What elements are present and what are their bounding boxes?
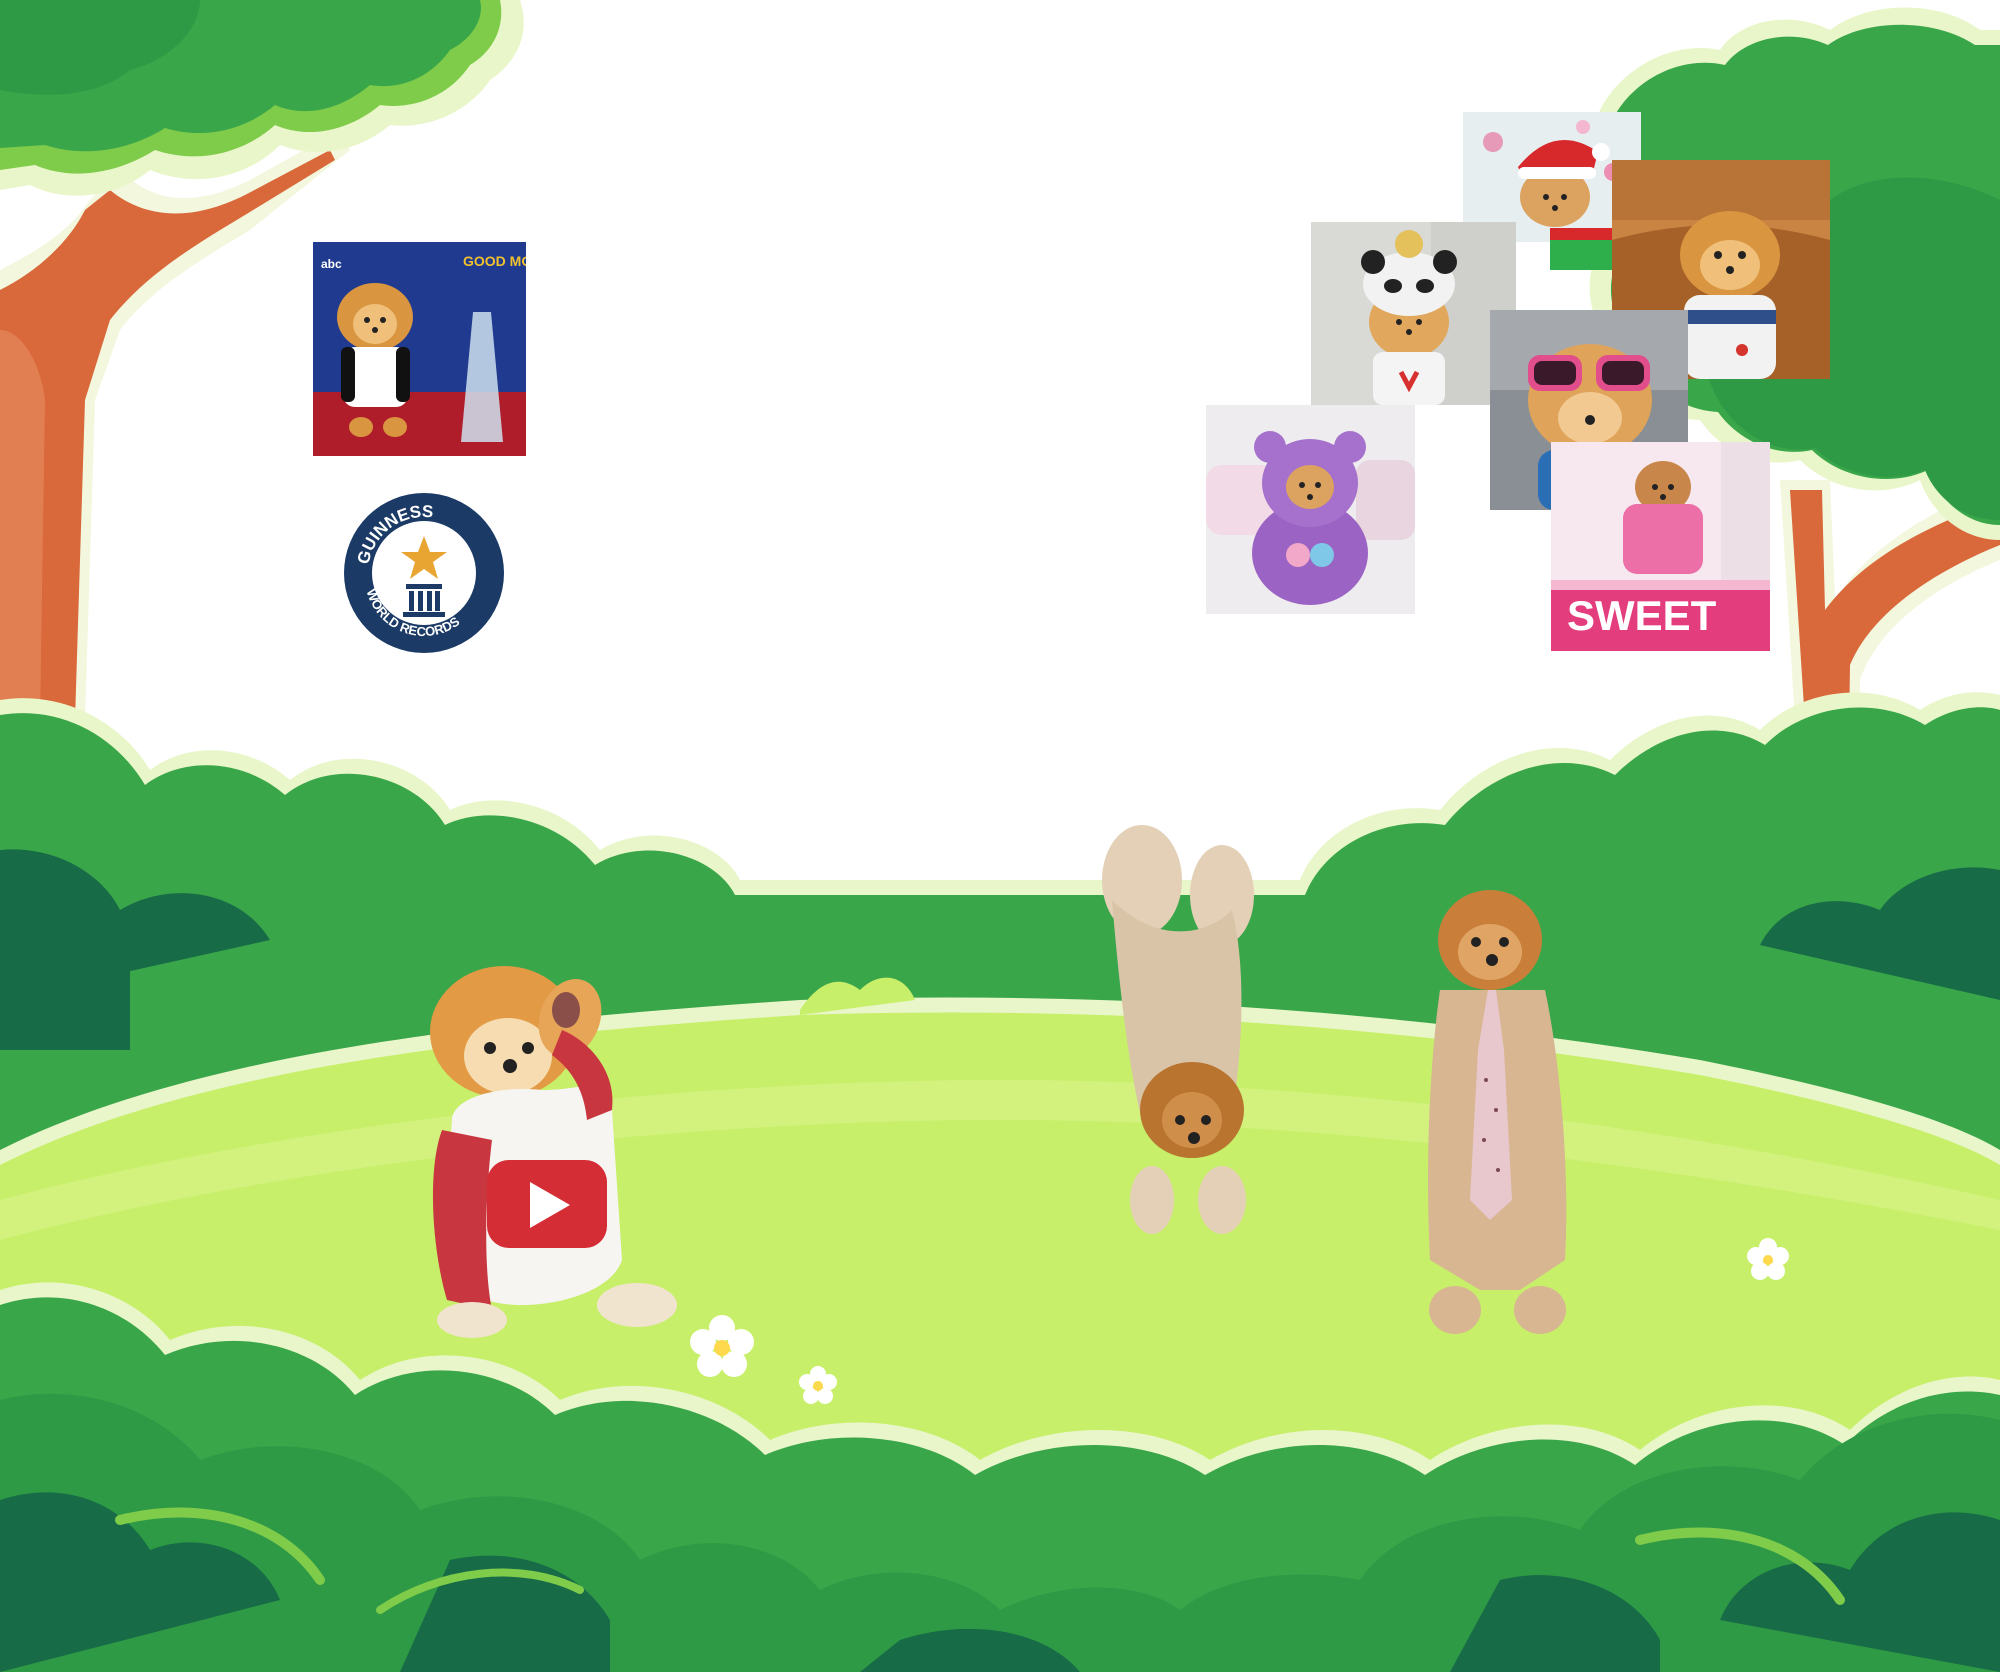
guinness-world-records-badge: GUINNESS WORLD RECORDS <box>343 492 505 654</box>
dog-necktie <box>1400 880 1590 1340</box>
sweet-text: SWEET <box>1567 592 1717 639</box>
jiffpom-scene: GOOD MORNING AMERICA abc GUINNESS WORLD … <box>0 0 2000 1672</box>
gma-logo-text: GOOD MORNING AMERICA <box>463 253 526 269</box>
dog-youtube-shirt <box>412 960 702 1338</box>
gma-award-photo: GOOD MORNING AMERICA abc <box>313 242 526 456</box>
green-box-photo <box>1550 228 1612 270</box>
abc-logo: abc <box>321 257 342 271</box>
dog-handstand <box>1082 820 1268 1240</box>
panda-hat-photo <box>1311 222 1516 405</box>
sweet-pink-photo: SWEET <box>1551 442 1770 651</box>
purple-bear-costume-photo <box>1206 405 1415 614</box>
